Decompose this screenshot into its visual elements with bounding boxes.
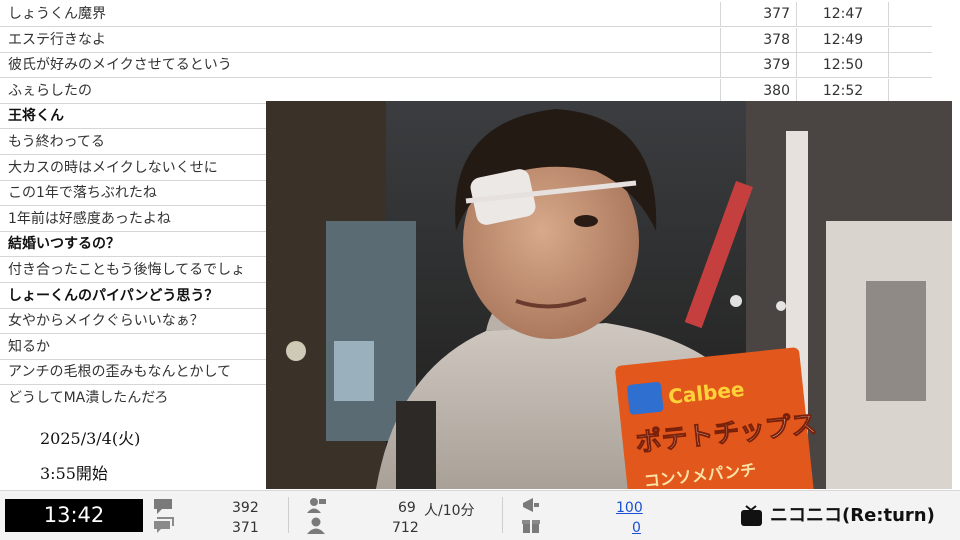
comment-number: 378 [720, 27, 796, 53]
comment-number: 377 [720, 2, 796, 27]
broadcast-date: 2025/3/4(火) [40, 429, 141, 448]
ad-megaphone-icon [523, 498, 539, 512]
comment-count: 392 [232, 500, 259, 516]
broadcast-start: 3:55開始 [40, 464, 108, 483]
comment-row[interactable]: エステ行きなよ 378 12:49 [0, 27, 932, 53]
comment-icon [154, 499, 172, 514]
viewer-rate-unit: 人/10分 [424, 503, 475, 519]
ad-points-link[interactable]: 100 [616, 500, 643, 516]
comment-text: エステ行きなよ [8, 31, 106, 48]
stream-frame: Calbee ポテトチップス コンソメパンチ [266, 101, 952, 489]
brand-label: ニコニコ(Re:turn) [770, 505, 935, 526]
comment-extra-cell [888, 2, 932, 27]
tv-icon [741, 505, 762, 526]
comment-number: 379 [720, 53, 796, 79]
comment-extra-cell [888, 27, 932, 53]
comment-stack-icon [154, 517, 174, 533]
status-bar: 13:42 392 371 69 人/10分 712 100 0 ニコニコ(Re… [0, 490, 960, 540]
comment-extra-cell [888, 53, 932, 79]
comment-sub-count: 371 [232, 520, 259, 536]
viewer-rate: 69 [398, 500, 416, 516]
gift-points-link[interactable]: 0 [632, 520, 641, 536]
comment-row[interactable]: しょうくん魔界 377 12:47 [0, 2, 932, 27]
comment-time: 12:49 [796, 27, 889, 53]
comment-time: 12:50 [796, 53, 889, 79]
video-player[interactable]: Calbee ポテトチップス コンソメパンチ [266, 101, 952, 489]
elapsed-timer: 13:42 [5, 499, 143, 532]
comment-time: 12:47 [796, 2, 889, 27]
gift-icon [522, 520, 540, 533]
comment-text: 彼氏が好みのメイクさせてるという [8, 57, 232, 74]
comment-text: しょうくん魔界 [8, 6, 106, 22]
comment-row[interactable]: 彼氏が好みのメイクさせてるという 379 12:50 [0, 53, 932, 79]
active-viewer-icon [307, 498, 326, 513]
viewer-icon [307, 517, 325, 534]
viewer-total: 712 [392, 520, 419, 536]
